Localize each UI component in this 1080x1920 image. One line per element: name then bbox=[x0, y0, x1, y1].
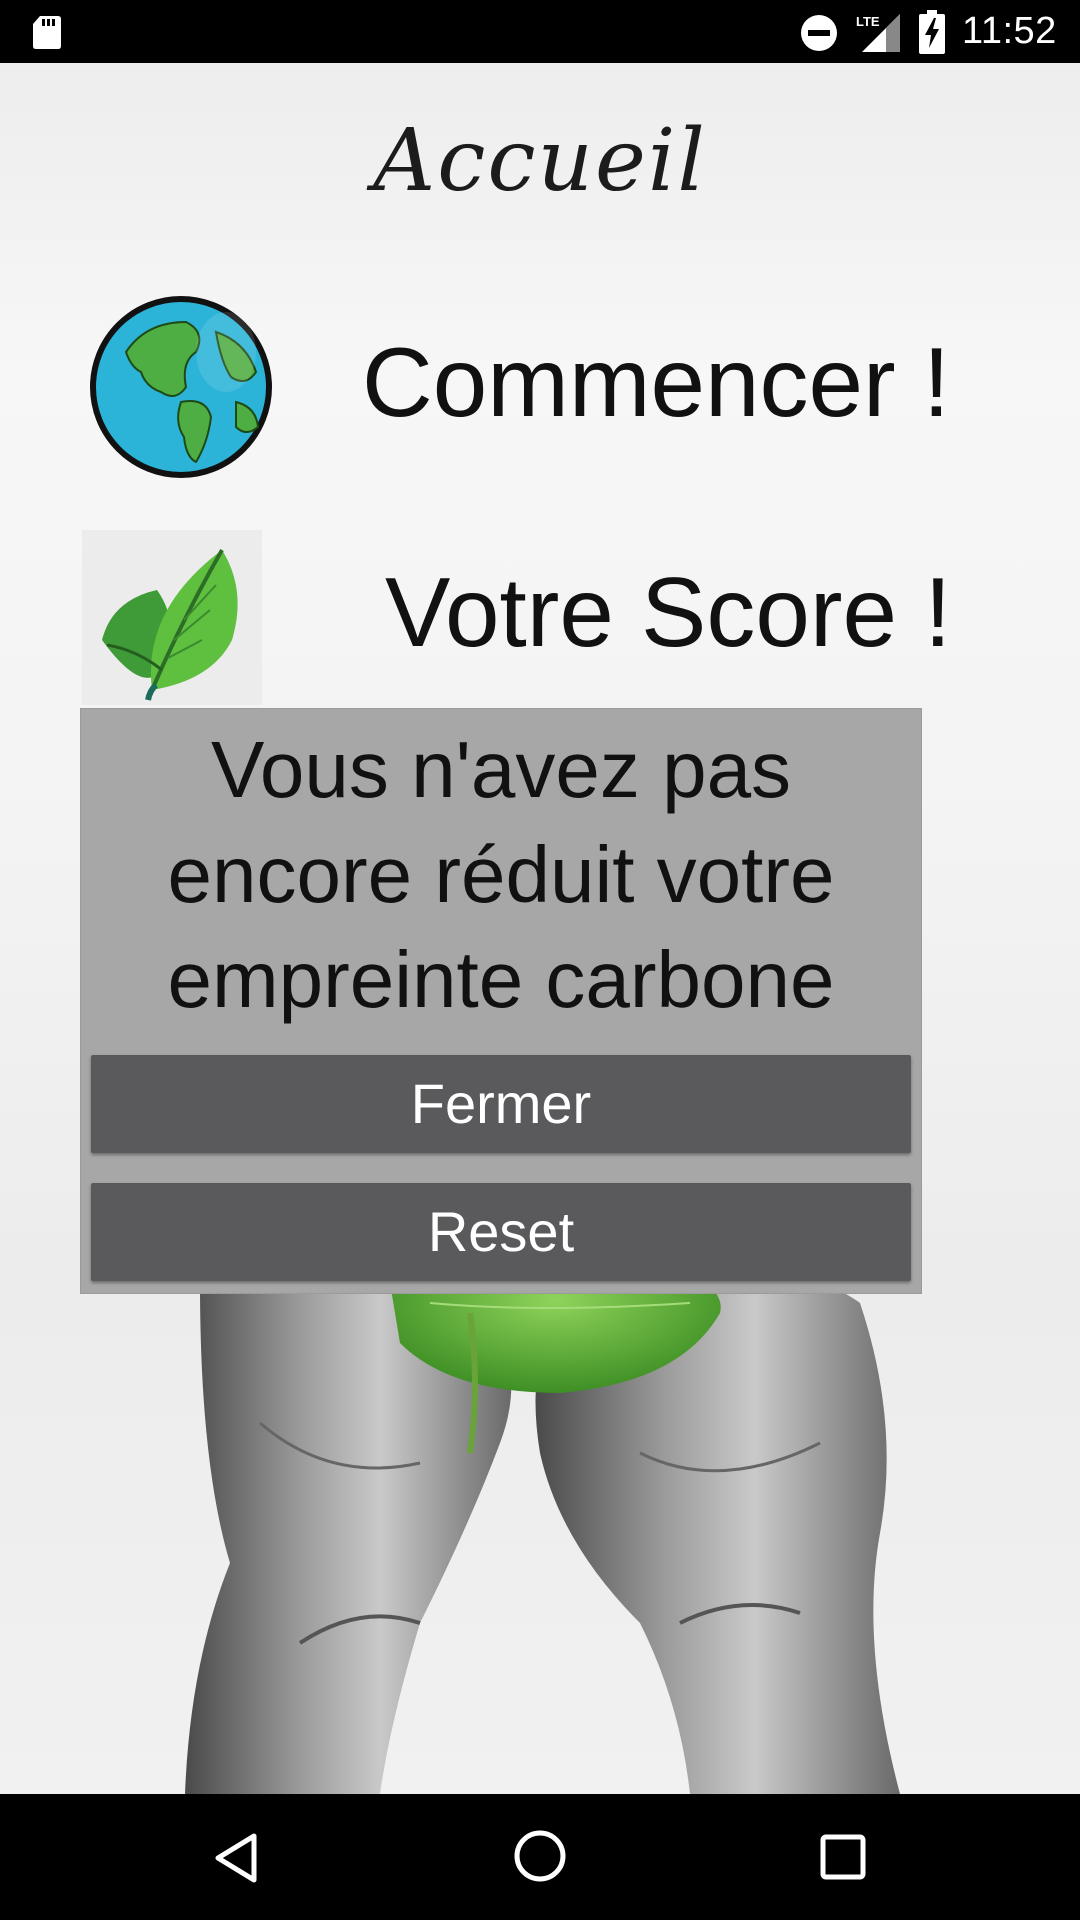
leaf-icon[interactable] bbox=[82, 530, 262, 705]
status-bar: LTE 11:52 bbox=[0, 0, 1080, 63]
dialog-message-line: Vous n'avez pas bbox=[210, 725, 792, 814]
signal-icon: LTE bbox=[856, 14, 900, 52]
reset-button[interactable]: Reset bbox=[91, 1183, 911, 1281]
dialog-message: Vous n'avez pas encore réduit votre empr… bbox=[81, 717, 921, 1032]
battery-charging-icon bbox=[919, 10, 945, 54]
score-label[interactable]: Votre Score ! bbox=[385, 556, 952, 669]
sd-card-icon bbox=[33, 16, 61, 49]
network-type-label: LTE bbox=[856, 14, 880, 29]
score-menu-item[interactable]: Votre Score ! bbox=[0, 528, 1080, 718]
start-label[interactable]: Commencer ! bbox=[362, 326, 950, 439]
score-dialog: Vous n'avez pas encore réduit votre empr… bbox=[81, 709, 921, 1293]
globe-icon[interactable] bbox=[86, 292, 276, 482]
recent-apps-icon[interactable] bbox=[818, 1832, 868, 1882]
home-icon[interactable] bbox=[512, 1828, 568, 1884]
back-icon[interactable] bbox=[210, 1830, 266, 1886]
app-screen: Accueil Commencer ! Votre Score ! Vous n… bbox=[0, 63, 1080, 1794]
dialog-message-line: encore réduit votre bbox=[167, 830, 835, 919]
do-not-disturb-icon bbox=[801, 15, 837, 51]
status-clock: 11:52 bbox=[962, 10, 1057, 52]
page-title: Accueil bbox=[373, 111, 707, 211]
start-menu-item[interactable]: Commencer ! bbox=[0, 288, 1080, 478]
navigation-bar bbox=[0, 1794, 1080, 1920]
dialog-message-line: empreinte carbone bbox=[167, 935, 835, 1024]
close-button[interactable]: Fermer bbox=[91, 1055, 911, 1153]
